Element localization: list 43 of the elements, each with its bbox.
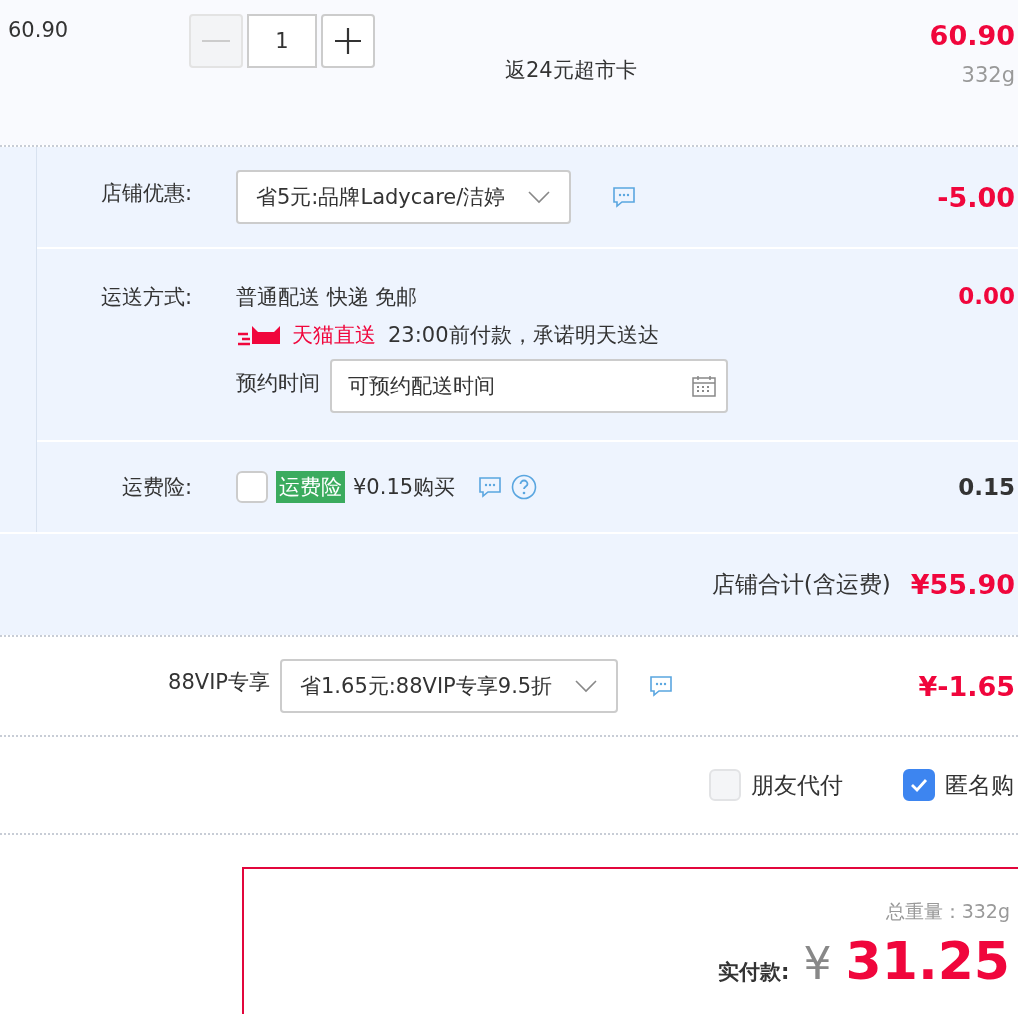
chat-icon[interactable]	[648, 674, 675, 698]
discount-dropdown[interactable]: 省5元:品牌Ladycare/洁婷	[236, 170, 572, 224]
item-weight: 332g	[961, 63, 1015, 87]
caret-icon	[527, 190, 552, 204]
insurance-checkbox[interactable]	[236, 471, 268, 503]
currency-symbol: ¥	[803, 938, 832, 989]
chat-icon[interactable]	[611, 185, 638, 209]
subtotal-price: 60.90	[929, 20, 1015, 51]
vip-discount-amount: ¥-1.65	[918, 670, 1016, 702]
chat-icon[interactable]	[477, 475, 504, 499]
schedule-field[interactable]: 可预约配送时间	[330, 359, 728, 413]
delivery-promise: 23:00前付款，承诺明天送达	[388, 322, 659, 349]
vip-discount-dropdown[interactable]: 省1.65元:88VIP专享9.5折	[280, 659, 619, 713]
total-weight: 总重量：332g	[885, 899, 1010, 924]
caret-icon	[574, 679, 599, 693]
rebate-text: 返24元超市卡	[505, 57, 637, 84]
vip-label: 88VIP专享	[167, 669, 271, 696]
field-label: 店铺优惠:	[99, 180, 193, 207]
field-label: 运费险:	[120, 474, 193, 501]
shipping-amount: 0.00	[958, 283, 1016, 311]
help-icon[interactable]	[511, 474, 538, 500]
discount-amount: -5.00	[937, 181, 1016, 213]
schedule-label: 预约时间	[236, 370, 320, 397]
option-label: 朋友代付	[751, 770, 843, 800]
minus-icon	[202, 39, 230, 43]
insurance-price: ¥0.15购买	[353, 474, 456, 501]
pay-label: 实付款:	[718, 959, 790, 986]
pay-amount: 31.25	[845, 931, 1010, 991]
option-label: 匿名购	[945, 770, 1014, 800]
plus-icon	[335, 28, 361, 54]
delivery-label: 天猫直送	[236, 321, 376, 349]
shipping-method: 普通配送 快递 免邮	[236, 284, 419, 311]
calendar-icon[interactable]	[692, 375, 716, 397]
quantity-field[interactable]: 1	[247, 14, 317, 68]
checkmark-icon	[910, 778, 928, 792]
unit-price: 60.90	[7, 17, 70, 44]
shop-total-label: 店铺合计(含运费)	[711, 570, 891, 599]
shop-total: ¥55.90	[910, 569, 1015, 600]
field-label: 运送方式:	[99, 284, 193, 311]
insurance-amount: 0.15	[958, 474, 1016, 500]
increase-button[interactable]	[321, 14, 375, 68]
insurance-tag: 运费险	[276, 471, 345, 503]
option-checkbox[interactable]	[903, 769, 935, 801]
